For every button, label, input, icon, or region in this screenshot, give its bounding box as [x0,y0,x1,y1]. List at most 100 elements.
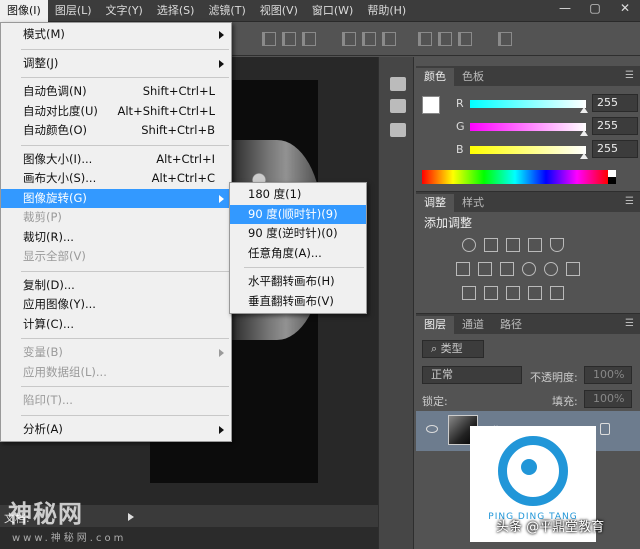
foreground-swatch[interactable] [422,96,440,114]
blue-slider[interactable] [470,146,586,154]
menu-item-reveal-all: 显示全部(V) [1,247,231,267]
menu-item-label: 应用数据组(L)... [23,364,107,379]
exposure-icon[interactable] [528,238,542,252]
menu-layer[interactable]: 图层(L) [48,0,99,22]
tab-styles[interactable]: 样式 [454,194,492,212]
menu-item-apply-dataset: 应用数据组(L)... [1,363,231,383]
red-value-field[interactable]: 255 [592,94,638,112]
hue-saturation-icon[interactable] [456,262,470,276]
menu-item-apply-image[interactable]: 应用图像(Y)... [1,295,231,315]
add-adjustment-title: 添加调整 [424,216,473,230]
submenu-item-arbitrary[interactable]: 任意角度(A)... [230,244,366,264]
blue-value-field[interactable]: 255 [592,140,638,158]
distribute-top-icon[interactable] [342,32,356,46]
threshold-icon[interactable] [506,286,520,300]
color-panel-tabs: 颜色 色板 ☰ [416,66,640,86]
close-button[interactable]: ✕ [610,0,640,18]
lock-label: 锁定: [422,395,448,408]
auto-align-icon[interactable] [498,32,512,46]
opacity-field[interactable]: 100% [584,366,632,384]
menu-help[interactable]: 帮助(H) [360,0,413,22]
tab-layers[interactable]: 图层 [416,316,454,334]
menu-filter[interactable]: 滤镜(T) [201,0,252,22]
submenu-item-flip-horizontal[interactable]: 水平翻转画布(H) [230,272,366,292]
chevron-right-icon [219,194,224,203]
distribute-hcenter-icon[interactable] [438,32,452,46]
brightness-icon[interactable] [462,238,476,252]
green-slider[interactable] [470,123,586,131]
menu-item-canvas-size[interactable]: 画布大小(S)... Alt+Ctrl+C [1,169,231,189]
tab-adjustments[interactable]: 调整 [416,194,454,212]
gradient-map-icon[interactable] [528,286,542,300]
vibrance-icon[interactable] [550,238,564,252]
submenu-item-rotate-90-ccw[interactable]: 90 度(逆时针)(0) [230,224,366,244]
menu-item-trim[interactable]: 裁切(R)... [1,228,231,248]
submenu-item-rotate-180[interactable]: 180 度(1) [230,185,366,205]
tab-channels[interactable]: 通道 [454,316,492,334]
menu-select[interactable]: 选择(S) [150,0,202,22]
history-panel-icon[interactable] [390,77,406,91]
photo-filter-icon[interactable] [522,262,536,276]
submenu-item-flip-vertical[interactable]: 垂直翻转画布(V) [230,292,366,312]
menu-image[interactable]: 图像(I) [0,0,48,22]
menu-item-adjust[interactable]: 调整(J) [1,54,231,74]
menu-item-duplicate[interactable]: 复制(D)... [1,276,231,296]
posterize-icon[interactable] [484,286,498,300]
menu-item-auto-color[interactable]: 自动颜色(O) Shift+Ctrl+B [1,121,231,141]
align-vcenter-icon[interactable] [282,32,296,46]
watermark-url: www.神秘网.com [12,533,127,544]
distribute-bottom-icon[interactable] [382,32,396,46]
eye-icon[interactable] [426,425,438,433]
red-slider[interactable] [470,100,586,108]
panel-menu-icon[interactable]: ☰ [625,70,634,81]
menu-item-mode[interactable]: 模式(M) [1,25,231,45]
menu-item-label: 变量(B) [23,345,63,359]
submenu-item-rotate-90-cw[interactable]: 90 度(顺时针)(9) [230,204,366,224]
menu-type[interactable]: 文字(Y) [99,0,150,22]
green-value-field[interactable]: 255 [592,117,638,135]
menu-window[interactable]: 窗口(W) [305,0,360,22]
menu-item-shortcut: Alt+Shift+Ctrl+L [117,103,216,118]
menu-item-auto-contrast[interactable]: 自动对比度(U) Alt+Shift+Ctrl+L [1,102,231,122]
properties-panel-icon[interactable] [390,123,406,137]
panel-menu-icon[interactable]: ☰ [625,196,634,207]
color-spectrum[interactable] [422,170,608,184]
fill-field[interactable]: 100% [584,390,632,408]
green-slider-handle[interactable] [580,130,588,136]
selective-color-icon[interactable] [550,286,564,300]
panel-menu-icon[interactable]: ☰ [625,318,634,329]
black-white-ramp[interactable] [608,170,616,184]
tab-swatches[interactable]: 色板 [454,68,492,86]
kind-filter-select[interactable]: ⌕ 类型 [422,340,484,358]
levels-icon[interactable] [484,238,498,252]
tab-paths[interactable]: 路径 [492,316,530,334]
menu-item-auto-tone[interactable]: 自动色调(N) Shift+Ctrl+L [1,82,231,102]
red-slider-handle[interactable] [580,107,588,113]
align-bottom-icon[interactable] [302,32,316,46]
color-balance-icon[interactable] [478,262,492,276]
distribute-right-icon[interactable] [458,32,472,46]
tab-color[interactable]: 颜色 [416,68,454,86]
menu-item-image-rotation[interactable]: 图像旋转(G) [1,188,231,208]
status-menu-arrow-icon[interactable] [128,513,134,521]
blue-slider-handle[interactable] [580,153,588,159]
menu-view[interactable]: 视图(V) [253,0,305,22]
color-lookup-icon[interactable] [566,262,580,276]
menu-item-calculations[interactable]: 计算(C)... [1,315,231,335]
layers-panel-tabs: 图层 通道 路径 ☰ [416,314,640,334]
align-top-icon[interactable] [262,32,276,46]
curves-icon[interactable] [506,238,520,252]
brush-panel-icon[interactable] [390,99,406,113]
distribute-vcenter-icon[interactable] [362,32,376,46]
invert-icon[interactable] [462,286,476,300]
menu-item-analysis[interactable]: 分析(A) [1,420,231,440]
menu-item-shortcut: Shift+Ctrl+B [141,123,215,137]
menu-item-image-size[interactable]: 图像大小(I)... Alt+Ctrl+I [1,150,231,170]
blend-mode-select[interactable]: 正常 [422,366,522,384]
minimize-button[interactable]: — [550,0,580,18]
channel-mixer-icon[interactable] [544,262,558,276]
black-white-icon[interactable] [500,262,514,276]
maximize-button[interactable]: ▢ [580,0,610,18]
distribute-left-icon[interactable] [418,32,432,46]
chevron-right-icon [219,425,224,434]
